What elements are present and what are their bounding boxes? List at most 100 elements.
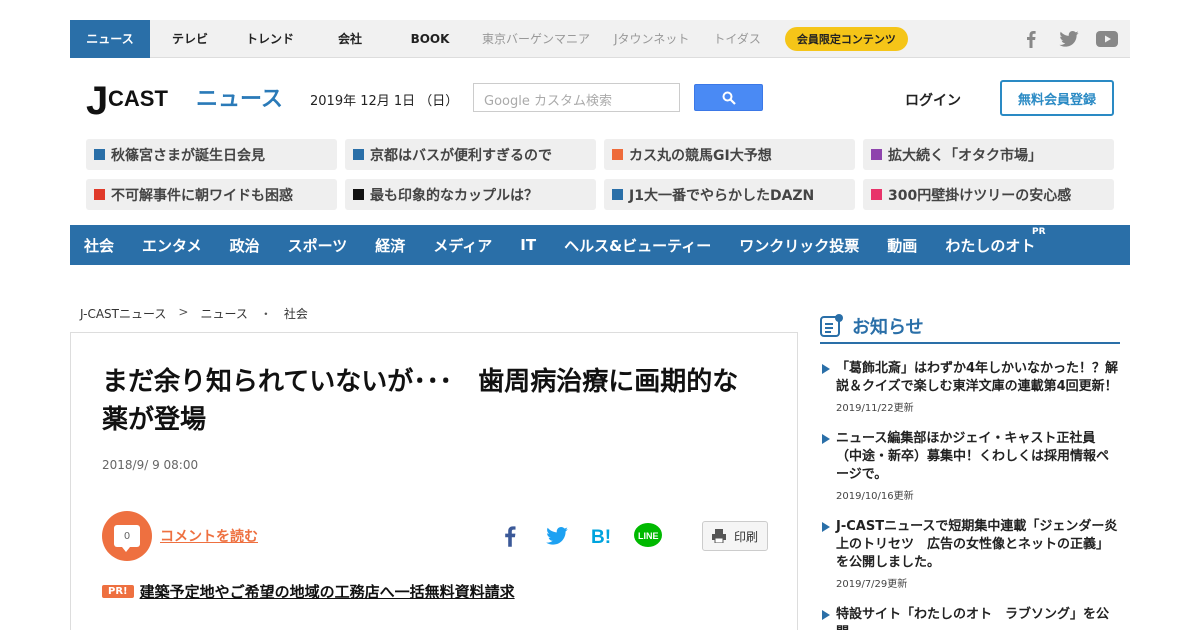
read-comments-link[interactable]: コメントを読む [160,526,258,546]
login-link[interactable]: ログイン [905,90,961,110]
topic-color-square [612,149,623,160]
notice-title[interactable]: 「葛飾北斎」はわずか4年しかいなかった！？解説＆クイズで楽しむ東洋文庫の連載第4… [836,360,1120,396]
notice-title[interactable]: J-CASTニュースで短期集中連載「ジェンダー炎上のトリセツ 広告の女性像とネッ… [836,518,1120,572]
notice-title[interactable]: 特設サイト「わたしのオト ラブソング」を公開 [836,606,1120,630]
trending-topic-label: 300円壁掛けツリーの安心感 [888,187,1072,204]
notice-date: 2019/11/22更新 [836,403,914,414]
trending-topic[interactable]: カス丸の競馬GI大予想 [604,139,855,170]
triangle-bullet-icon [822,522,830,532]
notice-date: 2019/7/29更新 [836,579,908,590]
current-date: 2019年 12月 1日 （日） [310,94,459,109]
breadcrumb: J-CASTニュース > ニュース ・ 社会 [80,305,308,322]
topic-color-square [353,149,364,160]
topic-color-square [871,189,882,200]
cat-entame[interactable]: エンタメ [142,235,202,256]
printer-icon [711,529,726,543]
topic-color-square [871,149,882,160]
print-label: 印刷 [733,529,758,544]
cat-politics[interactable]: 政治 [230,235,260,256]
notice-list: 「葛飾北斎」はわずか4年しかいなかった！？解説＆クイズで楽しむ東洋文庫の連載第4… [820,360,1120,630]
trending-topic[interactable]: 300円壁掛けツリーの安心感 [863,179,1114,210]
notice-item[interactable]: J-CASTニュースで短期集中連載「ジェンダー炎上のトリセツ 広告の女性像とネッ… [820,518,1120,590]
comment-icon[interactable]: 0 [102,511,152,561]
cat-sports[interactable]: スポーツ [288,235,348,256]
sidebar-title: お知らせ [852,317,924,338]
breadcrumb-sep: ・ [259,307,272,321]
pr-ad: PR! 建築予定地やご希望の地域の工務店へ一括無料資料請求 [102,581,515,602]
sidebar: お知らせ 「葛飾北斎」はわずか4年しかいなかった！？解説＆クイズで楽しむ東洋文庫… [820,310,1120,630]
pr-badge: PR! [102,585,134,598]
page: ニュース テレビ トレンド 会社 BOOK 東京バーゲンマニア Jタウンネット … [0,0,1200,630]
topnav-bargain[interactable]: 東京バーゲンマニア [470,20,602,58]
notice-item[interactable]: 特設サイト「わたしのオト ラブソング」を公開 [820,606,1120,630]
triangle-bullet-icon [822,610,830,620]
logo-news: ニュース [196,87,282,112]
hatena-bookmark-icon[interactable]: B! [590,521,616,551]
cat-oto[interactable]: わたしのオト [945,235,1035,256]
breadcrumb-news[interactable]: ニュース [200,305,247,322]
svg-text:LINE: LINE [638,531,659,541]
cat-economy[interactable]: 経済 [375,235,405,256]
breadcrumb-society[interactable]: 社会 [284,305,308,322]
topnav-tv[interactable]: テレビ [150,20,230,58]
triangle-bullet-icon [822,434,830,444]
notice-date: 2019/10/16更新 [836,491,914,502]
trending-topic-label: カス丸の競馬GI大予想 [629,147,772,164]
jcast-logo[interactable]: J CAST ニュース [86,79,283,123]
cat-health[interactable]: ヘルス&ビューティー [564,235,711,256]
trending-topic[interactable]: 京都はバスが便利すぎるので [345,139,596,170]
notice-title[interactable]: ニュース編集部ほかジェイ・キャスト正社員（中途・新卒）募集中！くわしくは採用情報… [836,430,1120,484]
svg-text:B!: B! [591,527,611,546]
youtube-icon[interactable] [1096,28,1118,50]
cat-video[interactable]: 動画 [887,235,917,256]
trending-topic[interactable]: 拡大続く「オタク市場」 [863,139,1114,170]
line-share-icon[interactable]: LINE [632,521,664,551]
topnav-trend[interactable]: トレンド [230,20,310,58]
cat-media[interactable]: メディア [433,235,492,256]
search-icon [722,91,736,105]
trending-topic[interactable]: 不可解事件に朝ワイドも困惑 [86,179,337,210]
article-date: 2018/9/ 9 08:00 [102,458,199,472]
trending-topic[interactable]: 最も印象的なカップルは？ [345,179,596,210]
sidebar-header: お知らせ [820,310,1120,344]
topnav-book[interactable]: BOOK [390,20,470,58]
cat-it[interactable]: IT [520,236,536,254]
trending-topic-label: 京都はバスが便利すぎるので [370,147,552,164]
trending-topic-label: 不可解事件に朝ワイドも困惑 [111,187,293,204]
article-card: まだ余り知られていないが･･･ 歯周病治療に画期的な薬が登場 2018/9/ 9… [70,332,798,630]
notice-item[interactable]: ニュース編集部ほかジェイ・キャスト正社員（中途・新卒）募集中！くわしくは採用情報… [820,430,1120,502]
notice-item[interactable]: 「葛飾北斎」はわずか4年しかいなかった！？解説＆クイズで楽しむ東洋文庫の連載第4… [820,360,1120,414]
search-button[interactable] [694,84,763,111]
facebook-share-icon[interactable] [499,521,521,551]
top-nav: ニュース テレビ トレンド 会社 BOOK 東京バーゲンマニア Jタウンネット … [70,19,1130,58]
facebook-icon[interactable] [1020,28,1042,50]
trending-topic[interactable]: J1大一番でやらかしたDAZN [604,179,855,210]
topnav-company[interactable]: 会社 [310,20,390,58]
pr-label: PR [1032,227,1046,237]
triangle-bullet-icon [822,364,830,374]
breadcrumb-home[interactable]: J-CASTニュース [80,305,166,322]
member-content-button[interactable]: 会員限定コンテンツ [784,26,908,51]
topic-color-square [612,189,623,200]
topnav-jtown[interactable]: Jタウンネット [602,20,701,58]
article-title: まだ余り知られていないが･･･ 歯周病治療に画期的な薬が登場 [102,367,739,435]
trending-topic-label: 最も印象的なカップルは？ [370,187,538,204]
trending-topic[interactable]: 秋篠宮さまが誕生日会見 [86,139,337,170]
topic-color-square [353,189,364,200]
search-input[interactable]: Google カスタム検索 [473,83,680,112]
trending-topics: 秋篠宮さまが誕生日会見 京都はバスが便利すぎるので カス丸の競馬GI大予想 拡大続く「… [86,139,1114,210]
print-button[interactable]: 印刷 [702,521,768,551]
cat-vote[interactable]: ワンクリック投票 [739,235,859,256]
register-button[interactable]: 無料会員登録 [1000,80,1114,116]
topnav-news[interactable]: ニュース [70,19,150,58]
logo-cast: CAST [108,86,168,111]
twitter-share-icon[interactable] [545,521,569,551]
topnav-toidas[interactable]: トイダス [701,20,773,58]
trending-topic-label: 拡大続く「オタク市場」 [888,147,1042,164]
notice-icon [820,314,843,337]
pr-link[interactable]: 建築予定地やご希望の地域の工務店へ一括無料資料請求 [140,581,515,602]
cat-society[interactable]: 社会 [84,235,114,256]
twitter-icon[interactable] [1058,28,1080,50]
logo-j: J [86,80,108,120]
comment-count: 0 [114,525,140,552]
